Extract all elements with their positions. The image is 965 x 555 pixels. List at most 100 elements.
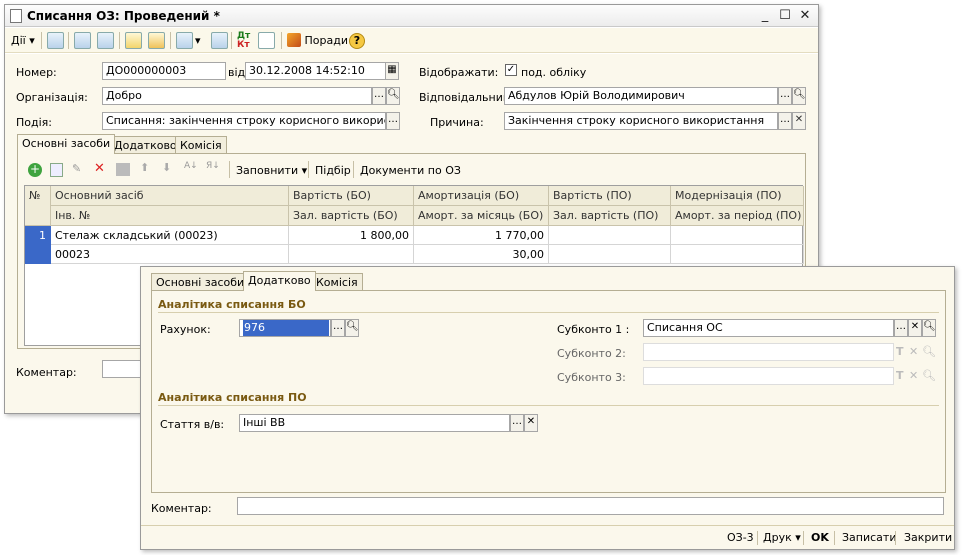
maximize-icon[interactable]: ☐: [777, 8, 793, 24]
edit-icon[interactable]: ✎: [72, 162, 81, 175]
date-field[interactable]: 30.12.2008 14:52:10: [245, 62, 386, 80]
select-button[interactable]: Підбір: [315, 164, 351, 177]
table-cell[interactable]: [671, 245, 804, 264]
comment-label: Коментар:: [151, 502, 212, 515]
display-checkbox[interactable]: ✓: [505, 64, 517, 76]
chevron-down-icon[interactable]: ▾: [195, 32, 201, 49]
add-copy-icon[interactable]: [50, 163, 63, 177]
table-cell[interactable]: 1 770,00: [414, 226, 549, 245]
move-up-icon[interactable]: ⬆: [140, 161, 149, 174]
select-ellipsis-button[interactable]: …: [894, 319, 908, 337]
clear-icon[interactable]: ✕: [908, 319, 922, 337]
fill-menu[interactable]: Заповнити ▾: [236, 164, 307, 177]
select-ellipsis-button[interactable]: …: [372, 87, 386, 105]
subconto1-field[interactable]: Списання ОС: [643, 319, 894, 337]
ok-button[interactable]: OK: [811, 531, 829, 544]
column-header[interactable]: Аморт. за місяць (БО): [414, 206, 549, 226]
column-header[interactable]: Зал. вартість (БО): [289, 206, 414, 226]
column-header[interactable]: №: [25, 186, 51, 226]
actions-menu[interactable]: Дії ▾: [11, 32, 35, 49]
event-field[interactable]: Списання: закінчення строку корисного ви…: [102, 112, 386, 130]
print-menu[interactable]: Друк ▾: [763, 531, 801, 544]
organization-field[interactable]: Добро: [102, 87, 372, 105]
help-icon[interactable]: ?: [349, 33, 365, 49]
tab-additional[interactable]: Додатково: [243, 271, 316, 291]
end-edit-icon[interactable]: [116, 163, 130, 176]
tab-additional[interactable]: Додатково: [109, 136, 182, 154]
select-ellipsis-button[interactable]: …: [386, 112, 400, 130]
responsible-label: Відповідальний:: [419, 91, 514, 104]
column-header[interactable]: Модернізація (ПО): [671, 186, 804, 206]
select-ellipsis-button[interactable]: …: [778, 87, 792, 105]
section-title-bo: Аналітика списання БО: [158, 298, 306, 311]
responsible-field[interactable]: Абдулов Юрій Володимирович: [504, 87, 778, 105]
sort-desc-icon[interactable]: Я↓: [206, 161, 220, 171]
add-icon[interactable]: +: [28, 163, 42, 177]
move-down-icon[interactable]: ⬇: [162, 161, 171, 174]
row-number[interactable]: 1: [25, 226, 51, 264]
calendar-icon[interactable]: ▦: [385, 62, 399, 80]
comment-field[interactable]: [237, 497, 944, 515]
reason-label: Причина:: [430, 116, 484, 129]
save-button[interactable]: Записати: [842, 531, 896, 544]
separator: [803, 531, 804, 545]
report-icon[interactable]: [258, 32, 275, 49]
clear-icon[interactable]: ✕: [792, 112, 806, 130]
title-bar[interactable]: Списання ОЗ: Проведений * _ ☐ ✕: [5, 5, 818, 27]
clear-icon: ✕: [909, 369, 919, 382]
select-ellipsis-button[interactable]: …: [778, 112, 792, 130]
minimize-icon[interactable]: _: [757, 8, 773, 24]
subconto3-field[interactable]: [643, 367, 894, 385]
tab-commission[interactable]: Комісія: [175, 136, 227, 154]
search-icon[interactable]: 🔍︎: [792, 87, 806, 105]
delete-icon[interactable]: ✕: [94, 161, 105, 176]
table-cell[interactable]: [549, 226, 671, 245]
table-cell[interactable]: 1 800,00: [289, 226, 414, 245]
column-header[interactable]: Вартість (БО): [289, 186, 414, 206]
table-cell[interactable]: Стелаж складський (00023): [51, 226, 289, 245]
table-cell[interactable]: [289, 245, 414, 264]
close-icon[interactable]: ✕: [797, 8, 813, 24]
article-field[interactable]: Інші ВВ: [239, 414, 510, 432]
table-cell[interactable]: 30,00: [414, 245, 549, 264]
search-icon[interactable]: 🔍︎: [345, 319, 359, 337]
search-icon[interactable]: 🔍︎: [922, 319, 936, 337]
journal-icon[interactable]: [211, 32, 228, 49]
number-label: Номер:: [16, 66, 57, 79]
dt-kt-icon[interactable]: Дт Кт: [237, 32, 250, 50]
separator: [834, 531, 835, 545]
tab-main-assets[interactable]: Основні засоби: [17, 134, 116, 154]
clear-icon: ✕: [909, 345, 919, 358]
post-icon[interactable]: [47, 32, 64, 49]
select-ellipsis-button[interactable]: …: [510, 414, 524, 432]
copy-icon[interactable]: [97, 32, 114, 49]
number-field[interactable]: ДО000000003: [102, 62, 226, 80]
account-field[interactable]: 976: [239, 319, 331, 337]
table-cell[interactable]: [549, 245, 671, 264]
select-ellipsis-button[interactable]: …: [331, 319, 345, 337]
column-header[interactable]: Вартість (ПО): [549, 186, 671, 206]
advice-button[interactable]: Поради: [287, 32, 348, 49]
column-header[interactable]: Амортизація (БО): [414, 186, 549, 206]
tab-main-assets[interactable]: Основні засоби: [151, 273, 250, 291]
tab-commission[interactable]: Комісія: [311, 273, 363, 291]
go-to-icon[interactable]: [176, 32, 193, 49]
search-icon: 🔍︎: [922, 369, 936, 382]
subconto2-field[interactable]: [643, 343, 894, 361]
column-header[interactable]: Основний засіб: [51, 186, 289, 206]
refresh-icon[interactable]: [74, 32, 91, 49]
clear-icon[interactable]: ✕: [524, 414, 538, 432]
documents-button[interactable]: Документи по ОЗ: [360, 164, 461, 177]
unpost-icon[interactable]: [148, 32, 165, 49]
sort-asc-icon[interactable]: A↓: [184, 161, 198, 171]
close-button[interactable]: Закрити: [904, 531, 952, 544]
column-header[interactable]: Інв. №: [51, 206, 289, 226]
column-header[interactable]: Аморт. за період (ПО): [671, 206, 804, 226]
table-cell[interactable]: 00023: [51, 245, 289, 264]
reason-field[interactable]: Закінчення строку корисного використання: [504, 112, 778, 130]
edit-document-icon[interactable]: [125, 32, 142, 49]
table-cell[interactable]: [671, 226, 804, 245]
search-icon[interactable]: 🔍︎: [386, 87, 400, 105]
form-oz3-button[interactable]: ОЗ-3: [727, 531, 754, 544]
column-header[interactable]: Зал. вартість (ПО): [549, 206, 671, 226]
